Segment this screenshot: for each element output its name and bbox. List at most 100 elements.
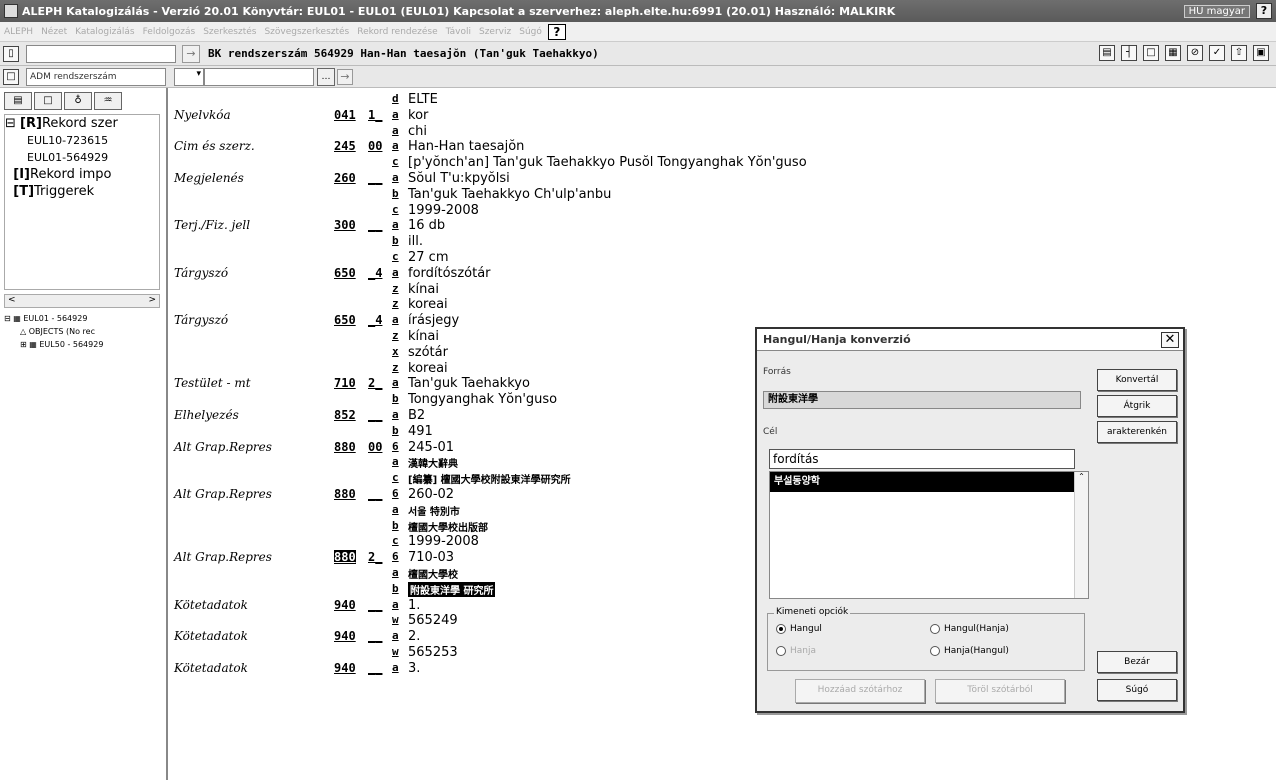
record-field-row[interactable]: Tárgyszó 650 _4 a fordítószótár xyxy=(172,266,1272,281)
menu-help[interactable]: Súgó xyxy=(519,27,542,37)
convert-button[interactable]: Konvertál xyxy=(1097,369,1177,391)
record-field-row[interactable]: d ELTE xyxy=(172,92,1272,107)
table-icon[interactable]: ▦ xyxy=(1165,45,1181,61)
menu-view[interactable]: Nézet xyxy=(41,27,67,37)
image-icon[interactable]: ▣ xyxy=(1253,45,1269,61)
record-field-row[interactable]: Megjelenés 260 __ a Sŏul T'u:kpyŏlsi xyxy=(172,171,1272,186)
search-toolbar: □ ADM rendszerszám ▾ … → xyxy=(0,66,1276,88)
record-number-input[interactable] xyxy=(26,44,176,63)
subfield-value: ELTE xyxy=(408,92,438,107)
menu-cataloging[interactable]: Katalogizálás xyxy=(75,27,134,37)
tree-icon[interactable]: ┤ xyxy=(1121,45,1137,61)
target-input[interactable]: fordítás xyxy=(769,449,1075,469)
search-index-icon[interactable]: □ xyxy=(3,68,19,85)
tree-leaf[interactable]: EUL01-564929 xyxy=(5,149,159,166)
open-icon[interactable]: ▤ xyxy=(1099,45,1115,61)
title-bar: ALEPH Katalogizálás - Verzió 20.01 Könyv… xyxy=(0,0,1276,22)
tree-node-triggers[interactable]: [T]Triggerek xyxy=(5,183,159,200)
index-dropdown[interactable]: ▾ xyxy=(174,67,204,86)
linked-objects[interactable]: △ OBJECTS (No rec xyxy=(4,325,160,338)
field-indicators: __ xyxy=(368,408,383,422)
check-icon[interactable]: ✓ xyxy=(1209,45,1225,61)
remove-from-dictionary-button[interactable]: Töröl szótárból xyxy=(935,679,1065,703)
record-field-row[interactable]: Terj./Fiz. jell 300 __ a 16 db xyxy=(172,218,1272,233)
subfield-value: fordítószótár xyxy=(408,265,491,281)
record-field-row[interactable]: b ill. xyxy=(172,234,1272,249)
new-record-icon[interactable]: ▯ xyxy=(3,45,19,62)
dialog-title: Hangul/Hanja konverzió xyxy=(757,329,1183,351)
field-indicators: 2_ xyxy=(368,550,383,565)
menu-aleph[interactable]: ALEPH xyxy=(4,27,33,37)
list-item[interactable]: 부설동양학 xyxy=(770,472,1074,492)
per-character-button[interactable]: arakterenkén xyxy=(1097,421,1177,443)
linked-eul50[interactable]: ⊞ ▦ EUL50 - 564929 xyxy=(4,338,160,351)
conversion-list[interactable]: 부설동양학 ⌃ xyxy=(769,471,1089,599)
menu-record-manager[interactable]: Rekord rendezése xyxy=(357,27,437,37)
menu-tasks[interactable]: Feldolgozás xyxy=(143,27,196,37)
menu-remote[interactable]: Távoli xyxy=(446,27,471,37)
record-field-row[interactable]: c 1999-2008 xyxy=(172,203,1272,218)
transfer-button[interactable]: Átgrik xyxy=(1097,395,1177,417)
subfield-code: 6 xyxy=(392,550,399,564)
horizontal-scrollbar[interactable]: < > xyxy=(4,294,160,308)
menu-edit[interactable]: Szerkesztés xyxy=(203,27,256,37)
go-arrow-icon[interactable]: → xyxy=(182,44,200,63)
search-value-input[interactable] xyxy=(204,67,314,86)
field-indicators: __ xyxy=(368,171,383,185)
subfield-code: x xyxy=(392,344,399,358)
help-button[interactable]: Súgó xyxy=(1097,679,1177,701)
browse-button[interactable]: … xyxy=(317,67,335,86)
subfield-code: b xyxy=(392,518,399,532)
record-field-row[interactable]: b Tan'guk Taehakkyo Ch'ulp'anbu xyxy=(172,187,1272,202)
subfield-value: 260-02 xyxy=(408,487,455,502)
field-tag: 245 xyxy=(334,139,356,154)
field-label: Nyelvkóa xyxy=(174,107,231,122)
record-field-row[interactable]: z kínai xyxy=(172,282,1272,297)
subfield-code: a xyxy=(392,566,399,579)
record-field-row[interactable]: Cim és szerz. 245 00 a Han-Han taesajŏn xyxy=(172,139,1272,154)
tab-records[interactable]: ▤ xyxy=(4,92,32,110)
book-icon[interactable]: □ xyxy=(1143,45,1159,61)
tab-history[interactable]: ♁ xyxy=(64,92,92,110)
subfield-value: 3. xyxy=(408,660,421,676)
record-field-row[interactable]: a chi xyxy=(172,124,1272,139)
index-select[interactable]: ADM rendszerszám xyxy=(26,67,166,86)
tree-leaf[interactable]: EUL10-723615 xyxy=(5,132,159,149)
tab-pages[interactable]: □ xyxy=(34,92,62,110)
subfield-value: 서울 特別市 xyxy=(408,506,460,518)
source-field: 附設東洋學 xyxy=(763,391,1081,409)
linked-root[interactable]: ⊟ ▦ EUL01 - 564929 xyxy=(4,312,160,325)
tree-node-record-import[interactable]: [I]Rekord impo xyxy=(5,166,159,183)
field-indicators: __ xyxy=(368,218,383,233)
add-to-dictionary-button[interactable]: Hozzáad szótárhoz xyxy=(795,679,925,703)
tab-search[interactable]: ♒ xyxy=(94,92,122,110)
record-field-row[interactable]: c [p'yŏnch'an] Tan'guk Taehakkyo Pusŏl To… xyxy=(172,155,1272,170)
list-scrollbar[interactable]: ⌃ xyxy=(1074,472,1088,598)
close-button[interactable]: Bezár xyxy=(1097,651,1177,673)
subfield-code: b xyxy=(392,581,399,595)
search-go-icon[interactable]: → xyxy=(337,68,353,85)
tree-node-record-server[interactable]: ⊟ [R]Rekord szer xyxy=(5,115,159,132)
record-field-row[interactable]: c 27 cm xyxy=(172,250,1272,265)
menu-services[interactable]: Szerviz xyxy=(479,27,511,37)
radio-hanja-hangul[interactable]: Hanja(Hangul) xyxy=(930,646,1009,656)
record-field-row[interactable]: z koreai xyxy=(172,297,1272,312)
language-indicator[interactable]: HU magyar xyxy=(1183,4,1250,18)
close-icon[interactable]: ✕ xyxy=(1161,332,1179,348)
context-help-icon[interactable]: ? xyxy=(547,23,566,40)
subfield-code: b xyxy=(392,423,399,437)
radio-hangul-hanja[interactable]: Hangul(Hanja) xyxy=(930,624,1009,634)
help-icon[interactable]: ? xyxy=(1256,3,1272,19)
upload-icon[interactable]: ⇧ xyxy=(1231,45,1247,61)
link-icon[interactable]: ⊘ xyxy=(1187,45,1203,61)
subfield-value: [p'yŏnch'an] Tan'guk Taehakkyo Pusŏl Ton… xyxy=(408,155,807,171)
menu-text-edit[interactable]: Szövegszerkesztés xyxy=(264,27,349,37)
toolbar-icons: ▤ ┤ □ ▦ ⊘ ✓ ⇧ ▣ xyxy=(1096,45,1272,61)
record-field-row[interactable]: Nyelvkóa 041 1_ a kor xyxy=(172,108,1272,123)
subfield-code: w xyxy=(392,645,399,658)
subfield-value: 1999-2008 xyxy=(408,534,479,550)
radio-hangul[interactable]: Hangul xyxy=(776,624,822,634)
field-label: Terj./Fiz. jell xyxy=(174,218,251,233)
record-field-row[interactable]: Tárgyszó 650 _4 a írásjegy xyxy=(172,313,1272,328)
radio-hanja[interactable]: Hanja xyxy=(776,646,816,656)
